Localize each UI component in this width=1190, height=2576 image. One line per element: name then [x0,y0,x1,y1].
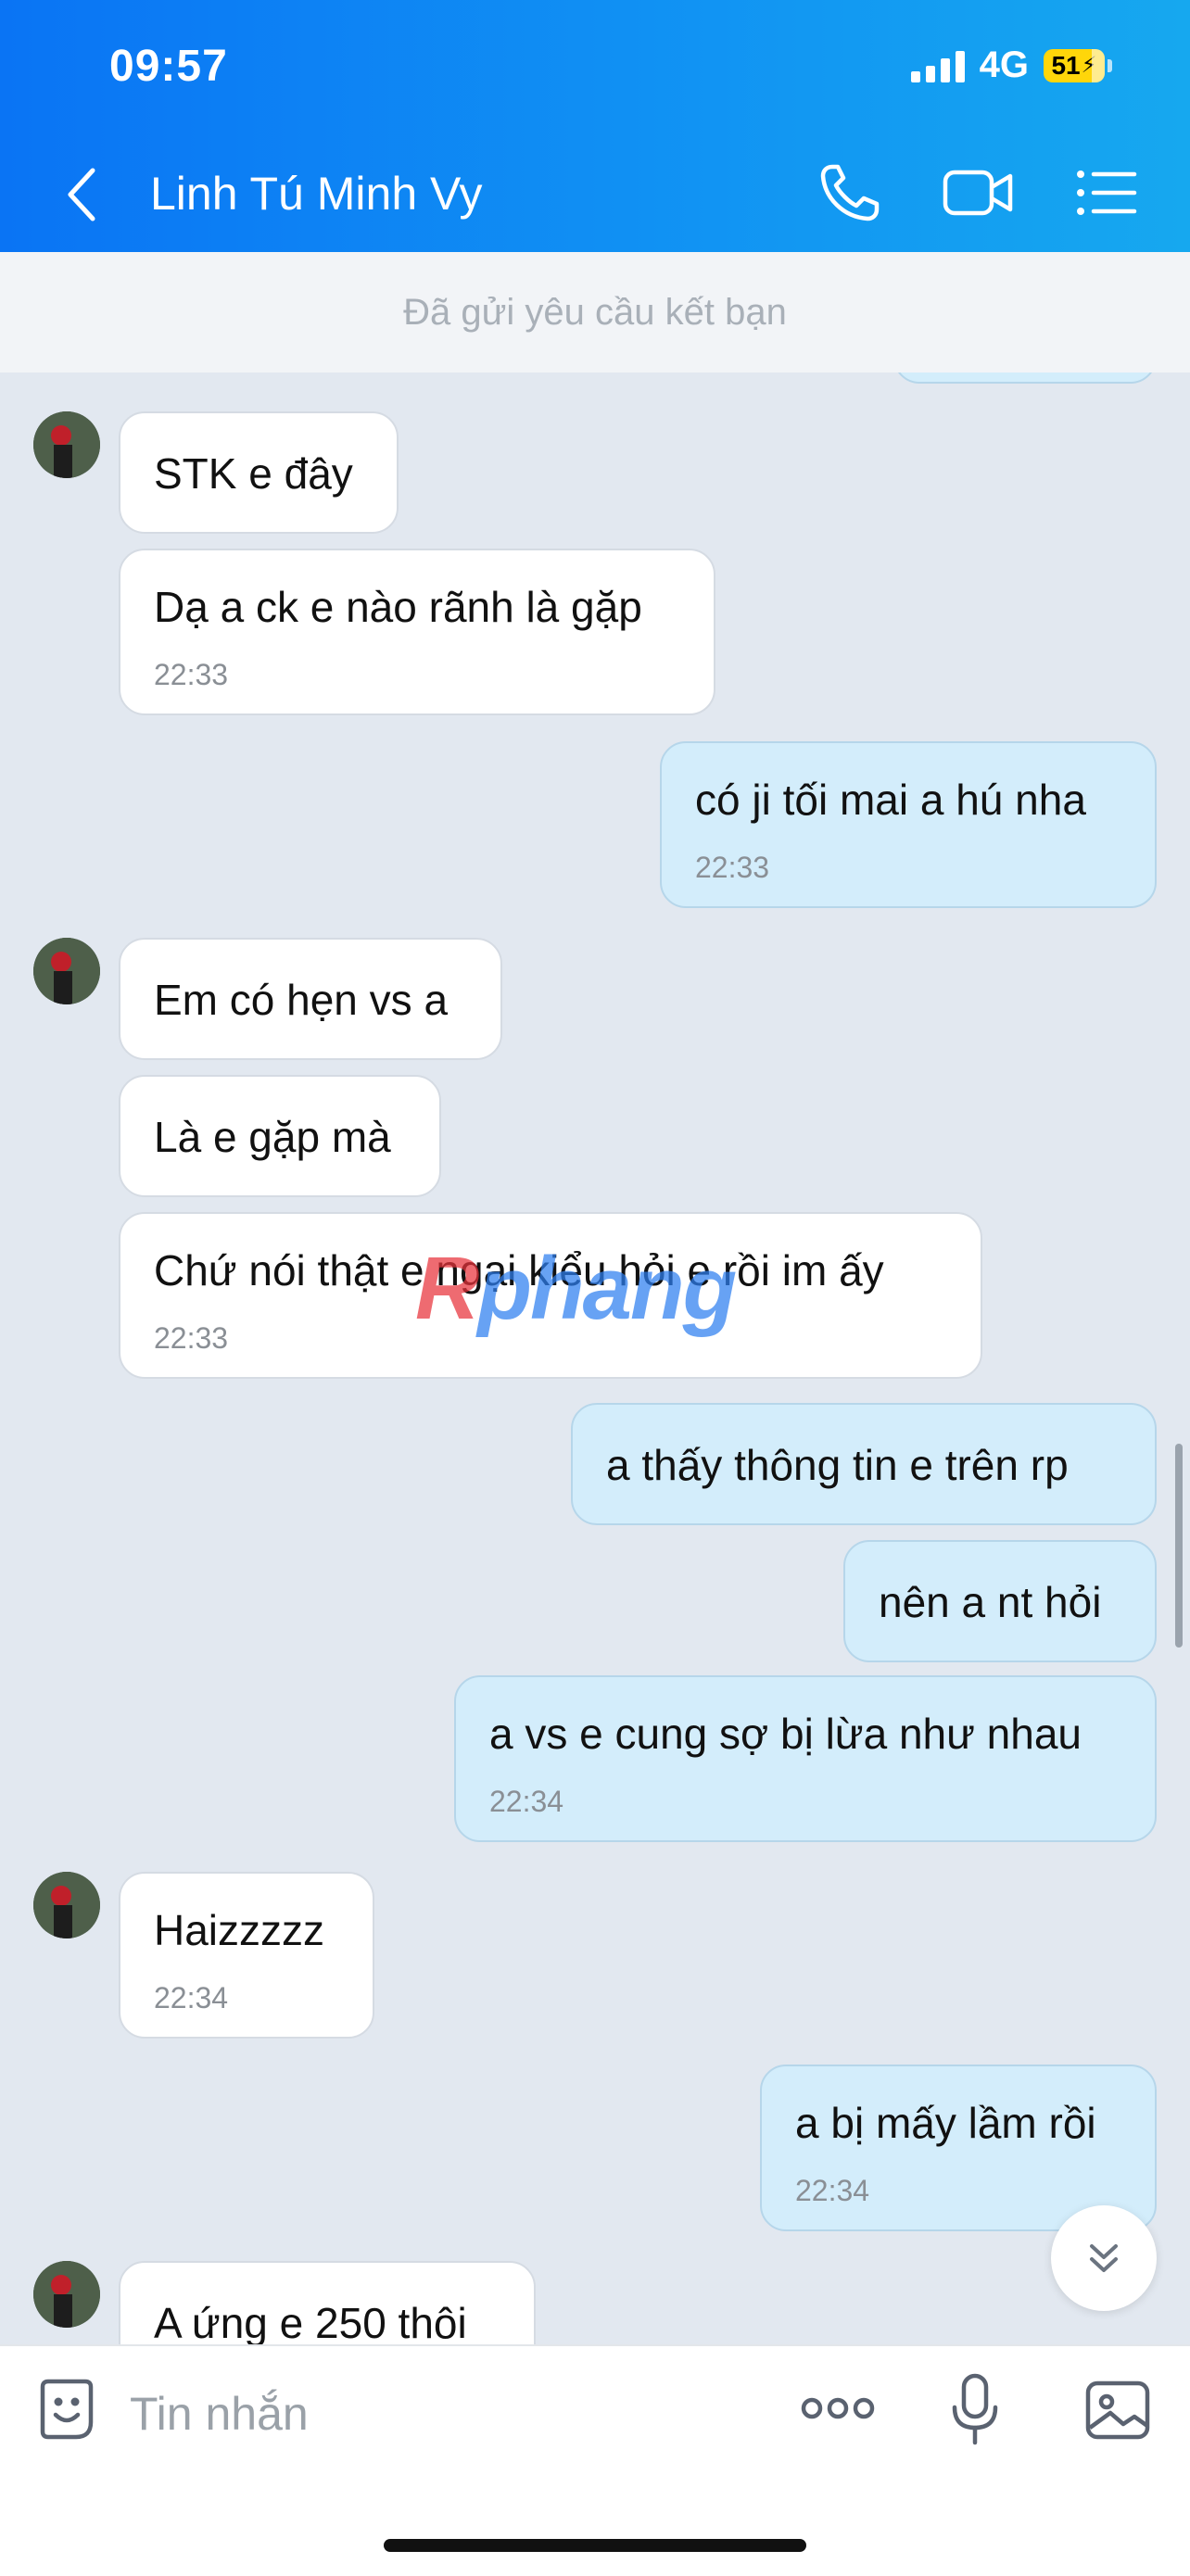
contact-avatar-icon [33,2261,100,2328]
message-time: 22:34 [154,1981,229,2014]
message-text: a vs e cung sợ bị lừa như nhau [489,1710,1082,1758]
friend-request-text: Đã gửi yêu cầu kết bạn [403,291,787,333]
message-bubble-incoming[interactable]: Là e gặp mà [119,1075,441,1197]
message-time: 22:33 [695,851,770,884]
message-text: Là e gặp mà [154,1113,391,1161]
voice-button[interactable] [947,2370,1003,2453]
message-bubble-outgoing[interactable]: a thấy thông tin e trên rp [571,1403,1157,1525]
microphone-icon [952,2373,998,2445]
message-bubble-outgoing[interactable]: nên a nt hỏi [843,1540,1157,1662]
status-indicators: 4G 51 ⚡ [910,44,1112,86]
network-type: 4G [979,44,1029,85]
emoji-sticker-icon [40,2379,94,2440]
more-dots-icon [801,2397,875,2419]
message-text: Dạ a ck e nào rãnh là gặp [154,583,642,631]
message-bubble-incoming[interactable]: Dạ a ck e nào rãnh là gặp 22:33 [119,549,715,715]
message-text: nên a nt hỏi [879,1578,1102,1626]
avatar[interactable] [33,2261,100,2328]
list-menu-icon [1077,170,1137,215]
avatar[interactable] [33,938,100,1004]
phone-icon [820,164,880,221]
video-call-button[interactable] [940,158,1018,228]
message-bubble-incoming[interactable]: Haizzzzz 22:34 [119,1872,374,2039]
battery-icon: 51 ⚡ [1044,48,1112,82]
chevron-double-down-icon [1090,2244,1118,2272]
home-indicator [384,2539,806,2552]
image-button[interactable] [1082,2374,1153,2449]
message-bubble-incoming[interactable]: A ứng e 250 thôi [119,2261,536,2344]
message-text: Haizzzzz [154,1906,325,1954]
scrollbar[interactable] [1175,1444,1183,1648]
message-bubble-outgoing[interactable]: a vs e cung sợ bị lừa như nhau 22:34 [454,1675,1157,1842]
message-time: 22:34 [489,1785,564,1818]
message-bubble-incoming[interactable]: STK e đây [119,411,399,534]
back-button[interactable] [54,158,109,232]
avatar[interactable] [33,1872,100,1938]
watermark-logo: Rphang [415,1238,737,1340]
watermark-part1: R [415,1239,479,1338]
status-time: 09:57 [109,42,228,91]
watermark-part2: phang [477,1239,737,1338]
message-time: 22:34 [795,2174,870,2207]
menu-button[interactable] [1068,158,1146,228]
avatar[interactable] [33,411,100,478]
emoji-button[interactable] [33,2374,100,2449]
battery-level: 51 [1051,50,1081,80]
contact-avatar-icon [33,1872,100,1938]
signal-icon [910,49,965,82]
message-time: 22:33 [154,658,229,691]
message-time: 22:33 [154,1321,229,1355]
more-button[interactable] [799,2385,877,2436]
message-text: có ji tối mai a hú nha [695,776,1086,824]
chevron-left-icon [68,168,95,221]
message-text: a bị mấy lầm rồi [795,2099,1096,2147]
call-button[interactable] [812,158,890,228]
chat-header: 09:57 4G 51 ⚡ Linh Tú Minh Vy [0,0,1190,252]
contact-name[interactable]: Linh Tú Minh Vy [150,167,483,221]
message-input[interactable]: Tin nhắn [130,2387,309,2441]
friend-request-banner: Đã gửi yêu cầu kết bạn [0,252,1190,373]
contact-avatar-icon [33,411,100,478]
message-text: STK e đây [154,449,353,498]
message-bubble-partial[interactable] [893,373,1157,384]
message-bubble-outgoing[interactable]: có ji tối mai a hú nha 22:33 [660,741,1157,908]
message-text: a thấy thông tin e trên rp [606,1441,1069,1489]
scroll-to-bottom-button[interactable] [1051,2205,1157,2311]
message-text: A ứng e 250 thôi [154,2299,467,2344]
message-text: Em có hẹn vs a [154,976,449,1024]
contact-avatar-icon [33,938,100,1004]
image-icon [1085,2380,1150,2440]
video-camera-icon [943,170,1013,216]
message-list[interactable]: STK e đây Dạ a ck e nào rãnh là gặp 22:3… [0,373,1190,2344]
message-bubble-incoming[interactable]: Em có hẹn vs a [119,938,502,1060]
